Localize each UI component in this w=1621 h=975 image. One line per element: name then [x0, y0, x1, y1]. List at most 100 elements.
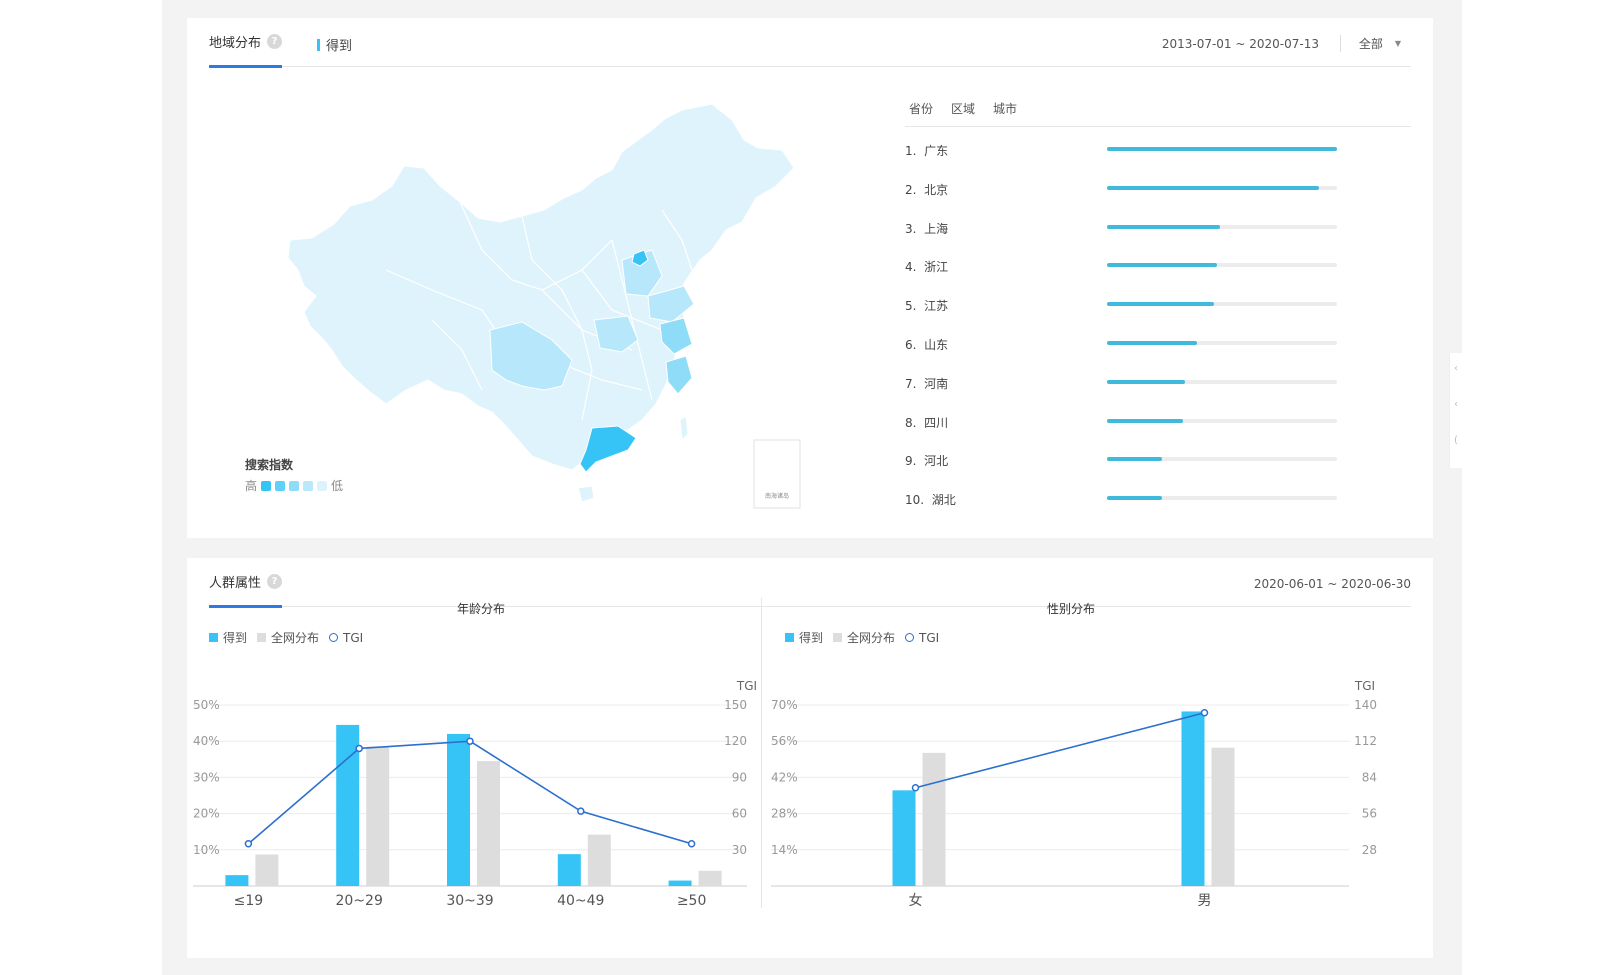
ranking-label: 2. 北京	[905, 181, 948, 198]
ranking-bar-track	[1107, 419, 1337, 423]
inset-label: 南海诸岛	[765, 492, 789, 500]
ranking-bar-track	[1107, 457, 1337, 461]
ranking-bar-fill	[1107, 147, 1337, 151]
legend-tgi[interactable]: TGI	[905, 631, 939, 645]
ranking-rank: 5.	[905, 299, 916, 313]
ranking-row[interactable]: 8. 四川	[905, 402, 1341, 441]
china-map[interactable]: 南海诸岛	[282, 90, 822, 520]
ranking-row[interactable]: 3. 上海	[905, 208, 1341, 247]
region-hainan[interactable]	[578, 486, 594, 502]
gender-distribution-chart: TGI14%2828%5642%8456%11270%140女男	[765, 668, 1385, 918]
region-title: 地域分布	[209, 32, 261, 51]
legend-swatch	[289, 481, 299, 491]
help-icon[interactable]: ?	[267, 34, 282, 49]
legend-brand[interactable]: 得到	[785, 629, 823, 646]
ranking-label: 6. 山东	[905, 336, 948, 353]
bar-all-network	[366, 747, 389, 886]
region-header: 地域分布 ? 得到 2013-07-01 ~ 2020-07-13 全部 ▼	[209, 18, 1411, 67]
legend-brand-label: 得到	[799, 629, 823, 646]
ranking-bar-track	[1107, 380, 1337, 384]
side-tool-icon[interactable]: (	[1454, 435, 1464, 461]
ranking-province: 上海	[924, 222, 948, 236]
tab-province[interactable]: 省份	[909, 100, 933, 117]
ranking-row[interactable]: 10. 湖北	[905, 479, 1341, 518]
bar-all-network	[477, 761, 500, 886]
ranking-bar-fill	[1107, 263, 1217, 267]
ranking-tabs: 省份 区域 城市	[909, 100, 1017, 117]
tgi-point	[913, 785, 919, 791]
bar-all-network	[699, 871, 722, 886]
ranking-label: 5. 江苏	[905, 297, 948, 314]
tab-region-distribution[interactable]: 地域分布 ?	[209, 32, 282, 68]
ranking-rank: 2.	[905, 183, 916, 197]
x-tick-label: ≥50	[677, 893, 707, 909]
ranking-row[interactable]: 6. 山东	[905, 324, 1341, 363]
brand-color-marker	[317, 39, 320, 51]
ranking-bar-fill	[1107, 419, 1183, 423]
brand-tag: 得到	[317, 35, 352, 54]
y-right-tick-label: 84	[1362, 770, 1377, 784]
ranking-province: 四川	[924, 416, 948, 430]
legend-all[interactable]: 全网分布	[833, 629, 895, 646]
legend-swatch	[261, 481, 271, 491]
y-right-tick-label: 60	[732, 807, 747, 821]
region-zhejiang[interactable]	[666, 356, 692, 394]
x-tick-label: 20~29	[336, 893, 383, 909]
legend-all[interactable]: 全网分布	[257, 629, 319, 646]
crowd-date-range[interactable]: 2020-06-01 ~ 2020-06-30	[1254, 577, 1411, 591]
help-icon[interactable]: ?	[267, 574, 282, 589]
legend-tgi-marker	[329, 633, 338, 642]
bar-brand	[1182, 711, 1205, 886]
ranking-province: 北京	[924, 183, 948, 197]
legend-high-label: 高	[245, 477, 257, 494]
ranking-bar-fill	[1107, 457, 1162, 461]
tgi-point	[1202, 710, 1208, 716]
ranking-row[interactable]: 9. 河北	[905, 440, 1341, 479]
ranking-row[interactable]: 2. 北京	[905, 169, 1341, 208]
y-left-tick-label: 10%	[193, 843, 220, 857]
side-tool-icon[interactable]: ‹	[1454, 363, 1464, 389]
ranking-label: 3. 上海	[905, 220, 948, 237]
legend-tgi-label: TGI	[343, 631, 363, 645]
tgi-point	[578, 808, 584, 814]
scope-value: 全部	[1359, 35, 1383, 52]
x-tick-label: ≤19	[234, 893, 264, 909]
side-toolbar[interactable]: ‹ ‹ (	[1449, 353, 1464, 468]
tgi-point	[467, 738, 473, 744]
ranking-list: 1. 广东 2. 北京 3. 上海 4. 浙江 5. 江苏 6. 山东 7. 河南 8. 四川…	[905, 130, 1341, 518]
legend-brand[interactable]: 得到	[209, 629, 247, 646]
region-date-range[interactable]: 2013-07-01 ~ 2020-07-13	[1162, 37, 1319, 51]
x-tick-label: 40~49	[557, 893, 604, 909]
y-right-tick-label: 56	[1362, 807, 1377, 821]
y-left-tick-label: 30%	[193, 770, 220, 784]
china-mainland[interactable]	[288, 104, 794, 470]
tgi-point	[245, 841, 251, 847]
bar-all-network	[255, 855, 278, 886]
tab-crowd-attributes[interactable]: 人群属性 ?	[209, 572, 282, 608]
ranking-label: 7. 河南	[905, 375, 948, 392]
bar-brand	[893, 790, 916, 886]
y-left-tick-label: 42%	[771, 770, 798, 784]
ranking-row[interactable]: 1. 广东	[905, 130, 1341, 169]
crowd-header: 人群属性 ? 2020-06-01 ~ 2020-06-30	[209, 558, 1411, 607]
ranking-row[interactable]: 7. 河南	[905, 363, 1341, 402]
ranking-province: 广东	[924, 144, 948, 158]
x-tick-label: 男	[1198, 893, 1212, 909]
y-right-tick-label: 150	[724, 698, 747, 712]
age-chart-legend: 得到 全网分布 TGI	[209, 629, 363, 646]
ranking-rank: 7.	[905, 377, 916, 391]
tab-area[interactable]: 区域	[951, 100, 975, 117]
ranking-bar-track	[1107, 302, 1337, 306]
side-tool-icon[interactable]: ‹	[1454, 399, 1464, 425]
region-taiwan[interactable]	[680, 416, 688, 440]
tab-city[interactable]: 城市	[993, 100, 1017, 117]
ranking-row[interactable]: 4. 浙江	[905, 246, 1341, 285]
tgi-line	[916, 713, 1205, 788]
ranking-label: 1. 广东	[905, 142, 948, 159]
legend-tgi[interactable]: TGI	[329, 631, 363, 645]
legend-swatch	[275, 481, 285, 491]
ranking-row[interactable]: 5. 江苏	[905, 285, 1341, 324]
x-tick-label: 女	[909, 892, 923, 909]
scope-select[interactable]: 全部 ▼	[1340, 35, 1401, 52]
ranking-province: 江苏	[924, 299, 948, 313]
